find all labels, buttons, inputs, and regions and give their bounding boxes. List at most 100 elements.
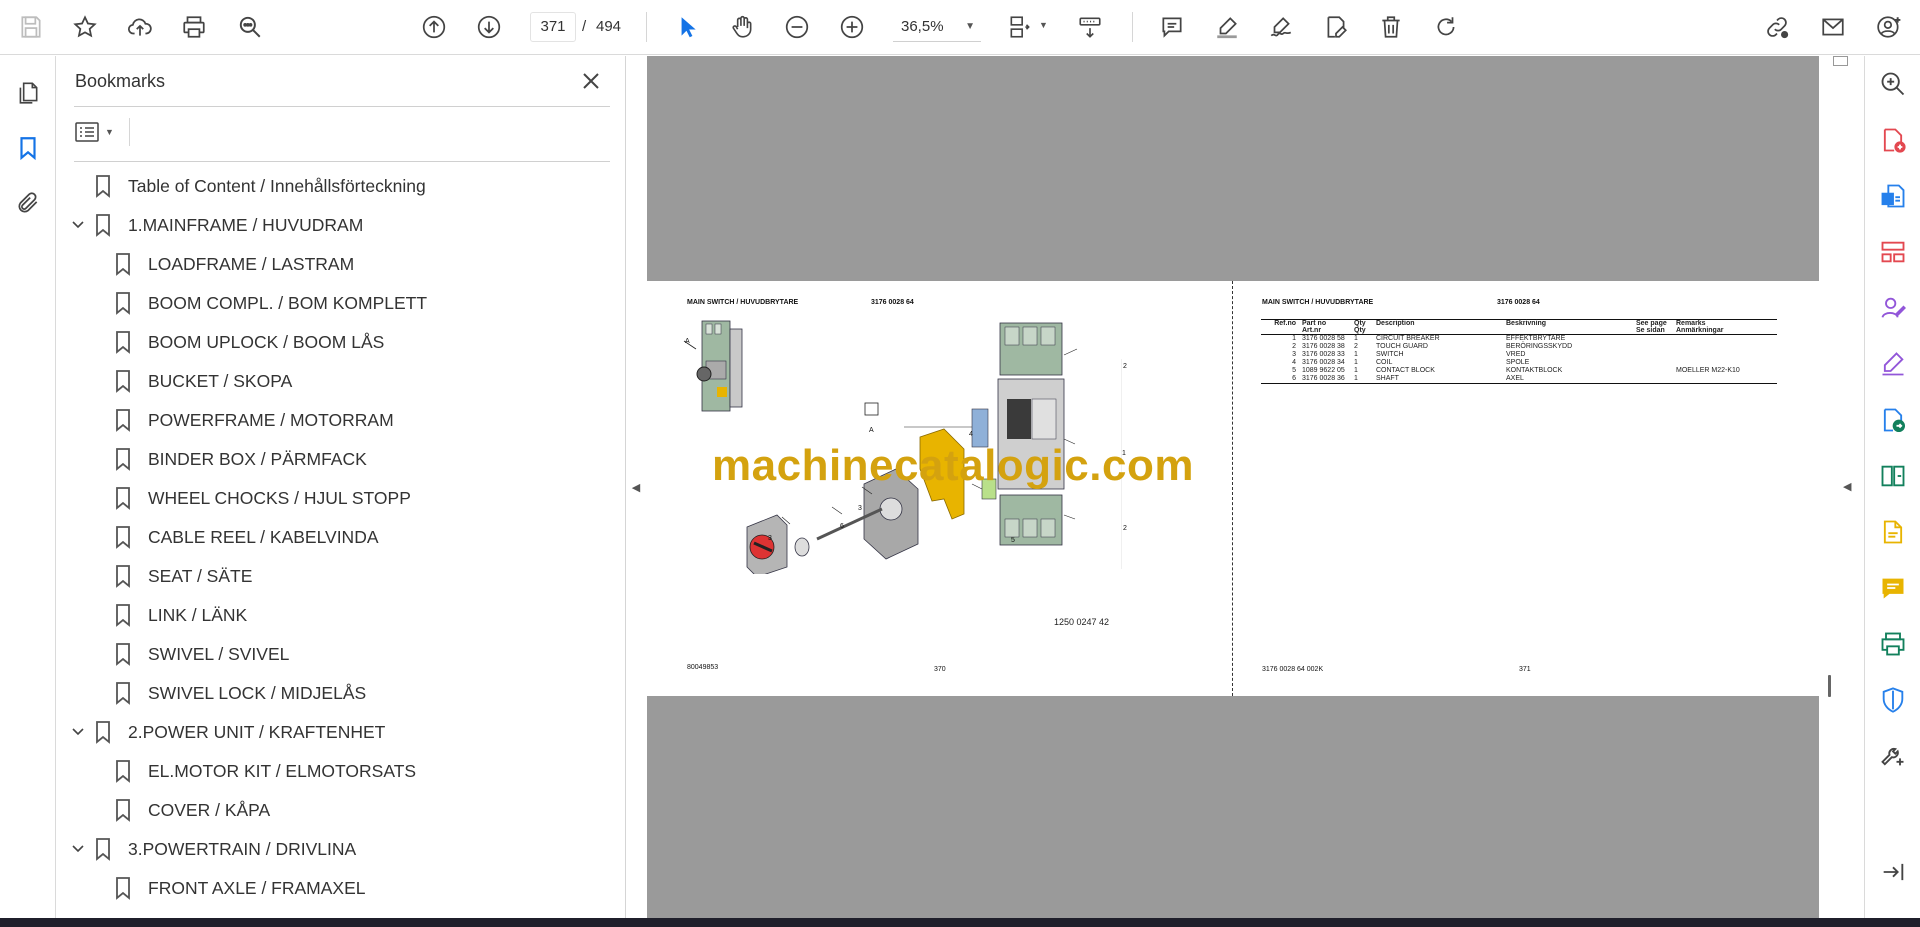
highlight-icon[interactable] bbox=[1210, 10, 1244, 44]
find-icon[interactable] bbox=[233, 10, 267, 44]
bookmark-item[interactable]: SWIVEL / SVIVEL bbox=[114, 638, 289, 670]
bookmark-item[interactable]: FRONT AXLE / FRAMAXEL bbox=[114, 872, 366, 904]
callout-label: A bbox=[685, 338, 690, 345]
chevron-down-icon[interactable] bbox=[70, 841, 88, 859]
share-link-icon[interactable] bbox=[1760, 10, 1794, 44]
drawing-number: 1250 0247 42 bbox=[1054, 617, 1110, 627]
upload-icon[interactable] bbox=[123, 10, 157, 44]
star-icon[interactable] bbox=[68, 10, 102, 44]
account-icon[interactable] bbox=[1872, 10, 1906, 44]
watermark: machinecatalogic.com bbox=[712, 441, 1194, 490]
fill-sign-icon[interactable] bbox=[1877, 348, 1909, 380]
bookmarks-panel: Bookmarks ▼ Table of Content / Innehålls… bbox=[56, 56, 665, 918]
edit-pdf-icon[interactable] bbox=[1877, 516, 1909, 548]
fit-page-icon[interactable] bbox=[1003, 10, 1037, 44]
bookmark-label: 1.MAINFRAME / HUVUDRAM bbox=[128, 214, 364, 235]
parts-table-body: 1 3176 0028 58 1 CIRCUIT BREAKER EFFEKTBRYTA… bbox=[1261, 335, 1777, 384]
bookmark-icon bbox=[94, 837, 112, 861]
bookmark-item[interactable]: EL.MOTOR KIT / ELMOTORSATS bbox=[114, 755, 416, 787]
print-icon[interactable] bbox=[177, 10, 211, 44]
bookmark-item[interactable]: SWIVEL LOCK / MIDJELÅS bbox=[114, 677, 366, 709]
export-pdf-icon[interactable] bbox=[1877, 180, 1909, 212]
bookmark-options-button[interactable]: ▼ bbox=[75, 116, 121, 148]
convert-pdf-icon[interactable] bbox=[1877, 404, 1909, 436]
bookmark-item[interactable]: BUCKET / SKOPA bbox=[114, 365, 292, 397]
table-cell bbox=[1633, 343, 1673, 351]
page-thumbnails-icon[interactable] bbox=[11, 76, 45, 110]
organize-pages-icon[interactable] bbox=[1877, 236, 1909, 268]
zoom-dropdown[interactable]: 36,5% ▼ bbox=[893, 12, 981, 42]
table-row: 1 3176 0028 58 1 CIRCUIT BREAKER EFFEKTBRYTA… bbox=[1261, 335, 1777, 344]
bookmarks-title: Bookmarks bbox=[75, 71, 166, 91]
table-cell: 3176 0028 33 bbox=[1302, 351, 1345, 358]
table-cell: 3176 0028 58 bbox=[1302, 335, 1345, 342]
bookmark-item[interactable]: SEAT / SÄTE bbox=[114, 560, 252, 592]
right-page-title: MAIN SWITCH / HUVUDBRYTARE bbox=[1262, 299, 1374, 306]
document-scrollbar-thumb[interactable] bbox=[1828, 675, 1831, 697]
fill-form-icon[interactable] bbox=[1319, 10, 1353, 44]
protect-icon[interactable] bbox=[1877, 684, 1909, 716]
table-header-row: Ref.no Part no Art.nr Qty Qty Description … bbox=[1261, 319, 1777, 335]
select-cursor-icon[interactable] bbox=[670, 10, 704, 44]
bookmarks-icon[interactable] bbox=[11, 131, 45, 165]
bookmark-item[interactable]: 1.MAINFRAME / HUVUDRAM bbox=[94, 209, 363, 241]
chevron-down-icon[interactable] bbox=[70, 217, 88, 235]
table-row: 4 3176 0028 34 1 COIL SPOLE bbox=[1261, 359, 1777, 367]
bookmark-item[interactable]: LOADFRAME / LASTRAM bbox=[114, 248, 354, 280]
comment-icon[interactable] bbox=[1155, 10, 1189, 44]
callout-label: 5 bbox=[1011, 537, 1015, 544]
zoom-out-icon[interactable] bbox=[780, 10, 814, 44]
document-scrollbar-top[interactable] bbox=[1833, 56, 1848, 66]
more-tools-icon[interactable] bbox=[1877, 740, 1909, 772]
zoom-in-icon[interactable] bbox=[835, 10, 869, 44]
column-header: Description bbox=[1373, 319, 1503, 335]
bookmark-item[interactable]: 3.POWERTRAIN / DRIVLINA bbox=[94, 833, 356, 865]
print-production-icon[interactable] bbox=[1877, 628, 1909, 660]
bookmark-item[interactable]: POWERFRAME / MOTORRAM bbox=[114, 404, 394, 436]
table-cell: AXEL bbox=[1503, 375, 1633, 384]
comment-tool-icon[interactable] bbox=[1877, 572, 1909, 604]
hand-tool-icon[interactable] bbox=[725, 10, 759, 44]
previous-page-icon[interactable] bbox=[417, 10, 451, 44]
bookmark-item[interactable]: BOOM COMPL. / BOM KOMPLETT bbox=[114, 287, 427, 319]
bookmark-item[interactable]: CABLE REEL / KABELVINDA bbox=[114, 521, 379, 553]
bookmark-icon bbox=[114, 642, 132, 666]
table-cell: SPOLE bbox=[1506, 359, 1530, 366]
collapse-left-panel-button[interactable]: ◀ bbox=[626, 56, 646, 918]
rotate-icon[interactable] bbox=[1429, 10, 1463, 44]
next-page-icon[interactable] bbox=[472, 10, 506, 44]
callout-label: 2 bbox=[1123, 363, 1127, 370]
save-icon[interactable] bbox=[14, 10, 48, 44]
close-icon[interactable] bbox=[576, 66, 606, 96]
callout-label: 2 bbox=[1123, 525, 1127, 532]
page-number-input[interactable]: 371 bbox=[530, 12, 576, 42]
right-tools-rail bbox=[1864, 56, 1920, 918]
total-pages: 494 bbox=[596, 18, 622, 35]
delete-icon[interactable] bbox=[1374, 10, 1408, 44]
create-pdf-icon[interactable] bbox=[1877, 124, 1909, 156]
table-cell: SWITCH bbox=[1376, 351, 1404, 358]
bookmark-item[interactable]: BOOM UPLOCK / BOOM LÅS bbox=[114, 326, 384, 358]
sign-icon[interactable] bbox=[1264, 10, 1298, 44]
table-row: 2 3176 0028 38 2 TOUCH GUARD BERÖRINGSSKYDD bbox=[1261, 343, 1777, 351]
bookmark-item[interactable]: 2.POWER UNIT / KRAFTENHET bbox=[94, 716, 385, 748]
scroll-mode-icon[interactable] bbox=[1073, 10, 1107, 44]
bookmark-item[interactable]: LINK / LÄNK bbox=[114, 599, 247, 631]
bookmark-item[interactable]: WHEEL CHOCKS / HJUL STOPP bbox=[114, 482, 411, 514]
compare-files-icon[interactable] bbox=[1877, 460, 1909, 492]
bookmark-item[interactable]: COVER / KÅPA bbox=[114, 794, 270, 826]
request-signature-icon[interactable] bbox=[1877, 292, 1909, 324]
bookmark-item[interactable]: Table of Content / Innehållsförteckning bbox=[94, 170, 426, 202]
email-icon[interactable] bbox=[1816, 10, 1850, 44]
bookmark-item[interactable]: BINDER BOX / PÄRMFACK bbox=[114, 443, 367, 475]
document-viewport[interactable]: MAIN SWITCH / HUVUDBRYTARE 3176 0028 64 bbox=[647, 56, 1819, 918]
bookmark-label: 2.POWER UNIT / KRAFTENHET bbox=[128, 721, 386, 742]
bookmark-icon bbox=[114, 447, 132, 471]
chevron-left-icon[interactable]: ◀ bbox=[1843, 480, 1851, 493]
bookmark-label: BOOM COMPL. / BOM KOMPLETT bbox=[148, 292, 428, 313]
zoom-tool-icon[interactable] bbox=[1877, 68, 1909, 100]
expand-panel-icon[interactable] bbox=[1877, 856, 1909, 888]
chevron-down-icon[interactable] bbox=[70, 724, 88, 742]
chevron-down-icon[interactable]: ▼ bbox=[1039, 20, 1048, 30]
attachments-icon[interactable] bbox=[11, 186, 45, 220]
